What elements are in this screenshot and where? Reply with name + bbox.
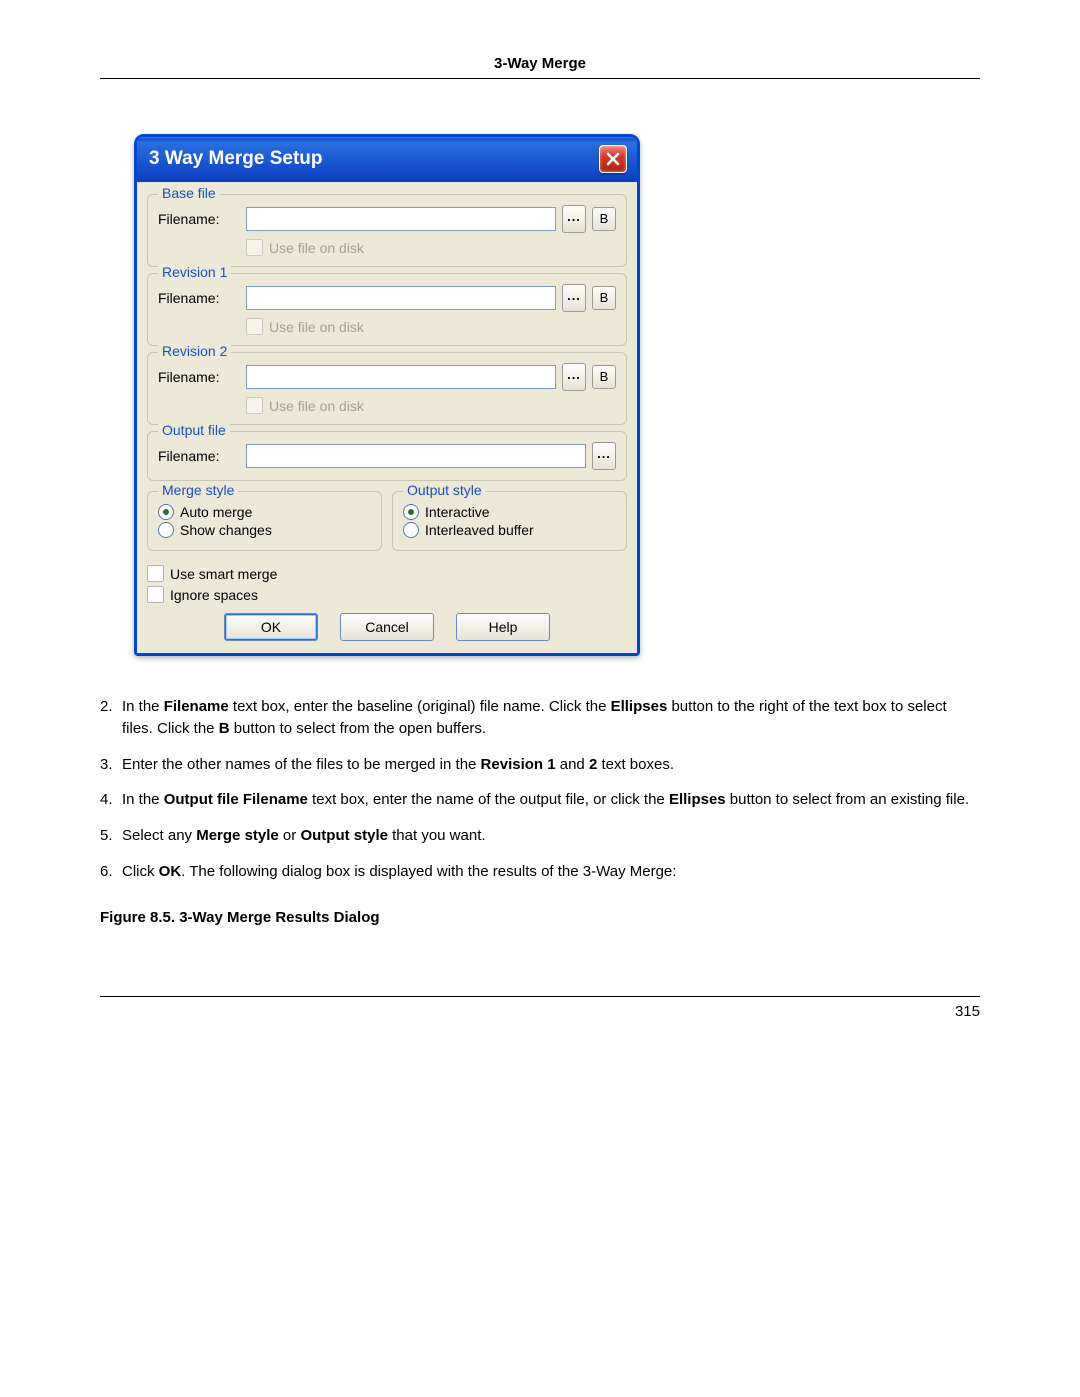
step-2: 2. In the Filename text box, enter the b… xyxy=(100,696,980,740)
step-6-number: 6. xyxy=(100,861,122,883)
label-filename-rev2: Filename: xyxy=(158,369,240,385)
step-5-text3: that you want. xyxy=(388,827,486,844)
output-browse-button[interactable]: ... xyxy=(592,442,616,470)
group-revision-2: Revision 2 Filename: ... B Use file on d… xyxy=(147,352,627,425)
radio-interactive[interactable]: Interactive xyxy=(403,504,616,520)
radio-interleaved-label: Interleaved buffer xyxy=(425,522,534,538)
label-filename-base: Filename: xyxy=(158,211,240,227)
step-2-text2: text box, enter the baseline (original) … xyxy=(229,698,611,715)
base-use-disk-checkbox xyxy=(246,239,263,256)
step-2-bold-ellipses: Ellipses xyxy=(611,698,668,715)
smart-merge-row[interactable]: Use smart merge xyxy=(147,565,627,582)
rev1-use-disk-checkbox xyxy=(246,318,263,335)
rev2-buffer-button[interactable]: B xyxy=(592,365,616,389)
rev1-browse-button[interactable]: ... xyxy=(562,284,586,312)
group-merge-style: Merge style Auto merge Show changes xyxy=(147,491,382,551)
step-3-text3: text boxes. xyxy=(597,756,674,773)
step-2-text: In the xyxy=(122,698,164,715)
ok-button[interactable]: OK xyxy=(224,613,318,641)
group-output-file: Output file Filename: ... xyxy=(147,431,627,481)
step-6-text2: . The following dialog box is displayed … xyxy=(181,863,676,880)
step-3-text2: and xyxy=(556,756,589,773)
step-3: 3. Enter the other names of the files to… xyxy=(100,754,980,776)
step-6-text: Click xyxy=(122,863,159,880)
smart-merge-checkbox[interactable] xyxy=(147,565,164,582)
rev2-use-disk-checkbox xyxy=(246,397,263,414)
step-4-text2: text box, enter the name of the output f… xyxy=(308,791,669,808)
ignore-spaces-row[interactable]: Ignore spaces xyxy=(147,586,627,603)
step-4: 4. In the Output file Filename text box,… xyxy=(100,789,980,811)
step-5: 5. Select any Merge style or Output styl… xyxy=(100,825,980,847)
dialog-screenshot: 3 Way Merge Setup Base file Filename: ..… xyxy=(134,134,980,656)
group-output-style: Output style Interactive Interleaved buf… xyxy=(392,491,627,551)
base-buffer-button[interactable]: B xyxy=(592,207,616,231)
rev2-browse-button[interactable]: ... xyxy=(562,363,586,391)
step-4-text: In the xyxy=(122,791,164,808)
base-filename-input[interactable] xyxy=(246,207,556,231)
page-number: 315 xyxy=(100,1003,980,1020)
step-4-bold-ellipses: Ellipses xyxy=(669,791,726,808)
footer-rule xyxy=(100,996,980,997)
radio-interactive-label: Interactive xyxy=(425,504,490,520)
group-legend-rev1: Revision 1 xyxy=(158,264,231,280)
dialog-titlebar[interactable]: 3 Way Merge Setup xyxy=(137,137,637,182)
step-5-text: Select any xyxy=(122,827,196,844)
step-5-bold-merge: Merge style xyxy=(196,827,279,844)
radio-auto-merge-label: Auto merge xyxy=(180,504,252,520)
step-3-number: 3. xyxy=(100,754,122,776)
group-legend-output-style: Output style xyxy=(403,482,486,498)
step-6: 6. Click OK. The following dialog box is… xyxy=(100,861,980,883)
dialog-body: Base file Filename: ... B Use file on di… xyxy=(137,182,637,653)
group-legend-base: Base file xyxy=(158,185,220,201)
step-5-text2: or xyxy=(279,827,301,844)
radio-show-changes-label: Show changes xyxy=(180,522,272,538)
base-use-disk-label: Use file on disk xyxy=(269,240,364,256)
step-4-bold-output: Output file Filename xyxy=(164,791,308,808)
smart-merge-label: Use smart merge xyxy=(170,566,277,582)
step-2-number: 2. xyxy=(100,696,122,740)
rev2-use-disk-label: Use file on disk xyxy=(269,398,364,414)
dialog-title: 3 Way Merge Setup xyxy=(149,148,323,170)
rev2-filename-input[interactable] xyxy=(246,365,556,389)
group-legend-merge-style: Merge style xyxy=(158,482,238,498)
step-5-bold-output: Output style xyxy=(300,827,388,844)
cancel-button[interactable]: Cancel xyxy=(340,613,434,641)
group-legend-output: Output file xyxy=(158,422,230,438)
figure-caption: Figure 8.5. 3-Way Merge Results Dialog xyxy=(100,909,980,926)
step-2-bold-b: B xyxy=(219,720,230,737)
rev1-use-disk-label: Use file on disk xyxy=(269,319,364,335)
output-filename-input[interactable] xyxy=(246,444,586,468)
ignore-spaces-label: Ignore spaces xyxy=(170,587,258,603)
radio-show-changes[interactable]: Show changes xyxy=(158,522,371,538)
header-rule xyxy=(100,78,980,79)
group-legend-rev2: Revision 2 xyxy=(158,343,231,359)
close-icon[interactable] xyxy=(599,145,627,173)
label-filename-output: Filename: xyxy=(158,448,240,464)
group-revision-1: Revision 1 Filename: ... B Use file on d… xyxy=(147,273,627,346)
step-4-text3: button to select from an existing file. xyxy=(726,791,969,808)
three-way-merge-dialog: 3 Way Merge Setup Base file Filename: ..… xyxy=(134,134,640,656)
radio-interleaved[interactable]: Interleaved buffer xyxy=(403,522,616,538)
radio-auto-merge[interactable]: Auto merge xyxy=(158,504,371,520)
step-4-number: 4. xyxy=(100,789,122,811)
label-filename-rev1: Filename: xyxy=(158,290,240,306)
rev1-buffer-button[interactable]: B xyxy=(592,286,616,310)
step-2-bold-filename: Filename xyxy=(164,698,229,715)
step-3-text: Enter the other names of the files to be… xyxy=(122,756,481,773)
group-base-file: Base file Filename: ... B Use file on di… xyxy=(147,194,627,267)
help-button[interactable]: Help xyxy=(456,613,550,641)
step-2-text4: button to select from the open buffers. xyxy=(230,720,487,737)
base-browse-button[interactable]: ... xyxy=(562,205,586,233)
instruction-list: 2. In the Filename text box, enter the b… xyxy=(100,696,980,883)
page-header-title: 3-Way Merge xyxy=(100,55,980,78)
ignore-spaces-checkbox[interactable] xyxy=(147,586,164,603)
rev1-filename-input[interactable] xyxy=(246,286,556,310)
step-5-number: 5. xyxy=(100,825,122,847)
step-3-bold-rev1: Revision 1 xyxy=(481,756,556,773)
step-6-bold-ok: OK xyxy=(159,863,182,880)
